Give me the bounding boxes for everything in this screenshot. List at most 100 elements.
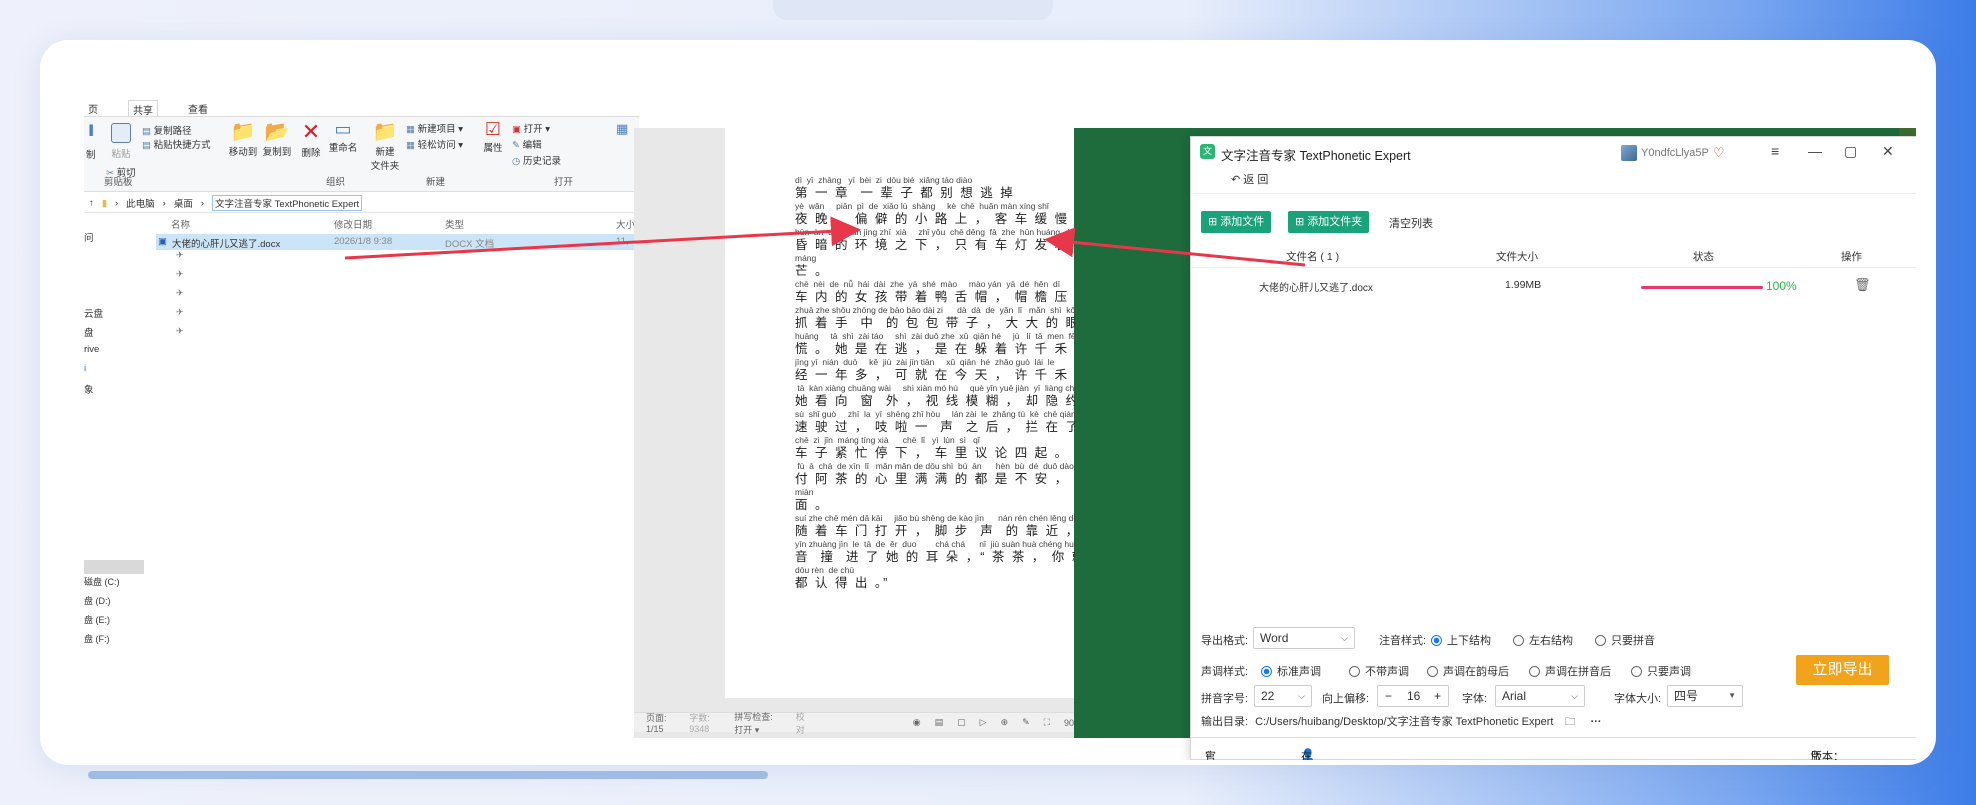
nav-item[interactable]: 云盘: [84, 306, 144, 325]
delete-button[interactable]: ✕ 删除: [296, 119, 326, 159]
nav-item[interactable]: [84, 287, 144, 306]
edit-button[interactable]: ✎ 编辑: [512, 137, 542, 151]
font-select[interactable]: Arial ⌵: [1495, 685, 1585, 707]
tab-share[interactable]: 共享: [128, 100, 158, 117]
open-icon: ▣: [512, 124, 521, 135]
output-dir-row: 输出目录: C:/Users/huibang/Desktop/文字注音专家 Te…: [1201, 713, 1602, 732]
drive-f[interactable]: 盘 (F:): [84, 632, 120, 651]
view-mode-icon[interactable]: ◉: [913, 717, 921, 728]
col-type[interactable]: 类型: [445, 217, 464, 231]
rename-button[interactable]: ▭ 重命名: [326, 119, 360, 154]
minimize-icon[interactable]: —: [1808, 143, 1822, 159]
radio-tone-none[interactable]: 不带声调: [1349, 663, 1409, 679]
breadcrumb-desktop[interactable]: 桌面: [174, 196, 193, 210]
col-size[interactable]: 大小: [616, 217, 635, 231]
globe-icon[interactable]: ⊕: [1001, 717, 1009, 728]
document-text[interactable]: dì yī zhāng yī bèi zi dōu bié xiǎng táo …: [795, 174, 1075, 590]
radio-tone-after-pinyin[interactable]: 声调在拼音后: [1529, 663, 1611, 679]
user-info[interactable]: Y0ndfcLlya5P ♡: [1621, 145, 1725, 161]
play-icon[interactable]: ▷: [980, 717, 987, 728]
app-logo-icon: 文: [1200, 144, 1215, 159]
more-icon[interactable]: ···: [1591, 716, 1602, 728]
drive-c[interactable]: 磁盘 (C:): [84, 575, 120, 594]
nav-item[interactable]: rive: [84, 344, 144, 363]
hanzi-line: 昏 暗 的 环 境 之 下 ， 只 有 车 灯 发 着 昏 黄 的 光: [795, 238, 1075, 252]
status-words[interactable]: 字数: 9348: [689, 711, 720, 734]
paste-button[interactable]: 粘贴: [106, 123, 136, 160]
username[interactable]: Y0ndfcLlya5P: [1641, 147, 1709, 159]
radio-tone-only[interactable]: 只要声调: [1631, 663, 1691, 679]
paste-shortcut-button[interactable]: ▤ 粘贴快捷方式: [142, 137, 211, 151]
radio-tone-standard[interactable]: 标准声调: [1261, 663, 1321, 679]
tab-view[interactable]: 查看: [184, 100, 212, 116]
th-action: 操作: [1841, 251, 1862, 263]
status-spell[interactable]: 拼写检查: 打开 ▾: [734, 710, 782, 736]
col-date[interactable]: 修改日期: [334, 217, 372, 231]
drive-e[interactable]: 盘 (E:): [84, 613, 120, 632]
pin-icon[interactable]: ▐: [86, 125, 93, 136]
web-layout-icon[interactable]: ▢: [957, 717, 966, 728]
focus-icon[interactable]: ⛶: [1044, 717, 1050, 728]
history-button[interactable]: ◷ 历史记录: [512, 153, 561, 167]
edit-icon: ✎: [512, 140, 520, 151]
export-now-button[interactable]: 立即导出: [1796, 655, 1889, 685]
easy-access-label: 轻松访问 ▾: [417, 140, 464, 151]
nav-item[interactable]: i: [84, 363, 144, 382]
breadcrumb-this-pc[interactable]: 此电脑: [126, 196, 155, 210]
pen-icon[interactable]: ✎: [1022, 717, 1030, 728]
pinyin-size-select[interactable]: 22 ⌵: [1254, 685, 1312, 707]
tab-home[interactable]: 页: [84, 100, 102, 116]
back-button[interactable]: ↶ 返 回: [1231, 171, 1268, 187]
nav-item[interactable]: [84, 249, 144, 268]
up-arrow-icon[interactable]: ↑: [89, 198, 94, 209]
font-size-select[interactable]: 四号 ▼: [1667, 685, 1743, 707]
nav-item[interactable]: 盘: [84, 325, 144, 344]
nav-item[interactable]: [84, 268, 144, 287]
maximize-icon[interactable]: ▢: [1844, 143, 1857, 160]
new-item-button[interactable]: ▦ 新建项目 ▾: [406, 121, 463, 135]
minus-icon[interactable]: −: [1385, 689, 1392, 703]
radio-tone-after-final[interactable]: 声调在韵母后: [1427, 663, 1509, 679]
file-table-header: 文件名 ( 1 ) 文件大小 状态 操作: [1191, 243, 1916, 268]
select-all-icon[interactable]: ▦: [616, 121, 628, 137]
add-folder-label: 添加文件夹: [1307, 216, 1363, 228]
trash-icon[interactable]: 🗑: [1854, 277, 1871, 293]
move-to-button[interactable]: 📁 移动到: [226, 119, 260, 158]
radio-style-horizontal[interactable]: 左右结构: [1513, 632, 1573, 648]
nav-selected-item[interactable]: [84, 560, 144, 574]
th-status: 状态: [1693, 251, 1714, 263]
copy-to-button[interactable]: 📂 复制到: [260, 119, 294, 158]
file-row[interactable]: ▣ 大佬的心肝儿又逃了.docx 2026/1/8 9:38 DOCX 文档 1…: [156, 234, 639, 250]
address-bar[interactable]: ↑ ▮ › 此电脑 › 桌面 › 文字注音专家 TextPhonetic Exp…: [84, 194, 639, 213]
plus-icon[interactable]: +: [1434, 689, 1441, 703]
menu-icon[interactable]: ≡: [1771, 143, 1779, 159]
format-select[interactable]: Word ⌵: [1253, 627, 1355, 649]
row-size: 1.99MB: [1505, 279, 1542, 291]
nav-item[interactable]: 问: [84, 230, 144, 249]
copy-path-button[interactable]: ▤ 复制路径: [142, 123, 192, 137]
close-icon[interactable]: ✕: [1882, 143, 1894, 160]
output-path[interactable]: C:/Users/huibang/Desktop/文字注音专家 TextPhon…: [1255, 716, 1553, 728]
add-file-button[interactable]: ⊞ 添加文件: [1201, 211, 1272, 233]
easy-access-button[interactable]: ▦ 轻松访问 ▾: [406, 137, 463, 151]
open-button[interactable]: ▣ 打开 ▾: [512, 121, 550, 135]
new-folder-button[interactable]: 📁 新建 文件夹: [368, 119, 402, 172]
nav-item[interactable]: 象: [84, 382, 144, 401]
status-page[interactable]: 页面: 1/15: [646, 711, 675, 734]
drive-d[interactable]: 盘 (D:): [84, 594, 120, 613]
status-proof[interactable]: 校对: [796, 710, 809, 736]
breadcrumb-folder[interactable]: 文字注音专家 TextPhonetic Expert: [212, 195, 363, 211]
properties-button[interactable]: ☑ 属性: [478, 119, 508, 154]
textphonetic-window: 文 文字注音专家 TextPhonetic Expert Y0ndfcLlya5…: [1190, 136, 1916, 760]
avatar[interactable]: [1621, 145, 1637, 161]
add-folder-button[interactable]: ⊞ 添加文件夹: [1288, 211, 1370, 233]
table-row[interactable]: 大佬的心肝儿又逃了.docx 1.99MB 100% 🗑: [1191, 273, 1916, 301]
print-layout-icon[interactable]: ▤: [935, 717, 944, 728]
open-folder-icon[interactable]: 🗀: [1565, 716, 1576, 728]
zoom-level[interactable]: 90: [1064, 718, 1074, 728]
radio-style-vertical[interactable]: 上下结构: [1431, 632, 1491, 648]
radio-style-pinyin-only[interactable]: 只要拼音: [1595, 632, 1655, 648]
col-name[interactable]: 名称: [171, 217, 190, 231]
clear-list-button[interactable]: 清空列表: [1389, 215, 1433, 231]
offset-stepper[interactable]: − 16 +: [1377, 685, 1449, 707]
